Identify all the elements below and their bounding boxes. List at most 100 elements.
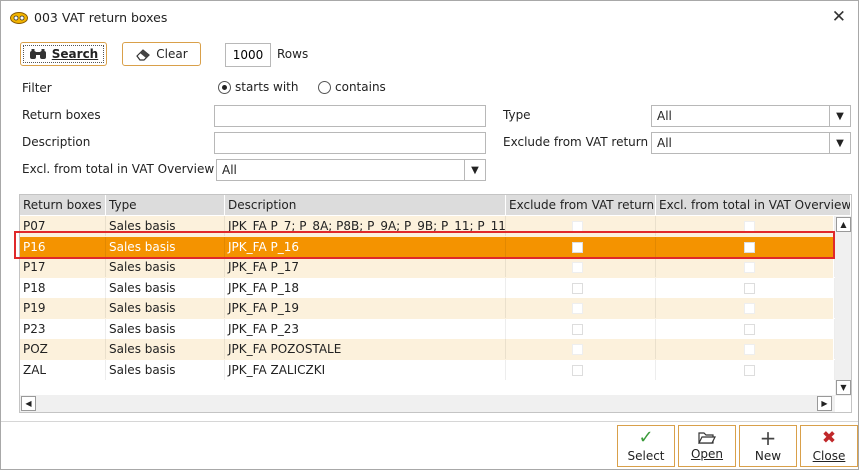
exclude-vat-checkbox[interactable]: [572, 282, 583, 294]
chevron-down-icon[interactable]: ▼: [829, 106, 850, 126]
new-button[interactable]: + New: [739, 425, 797, 467]
cell-description: JPK_FA P_18: [225, 277, 506, 298]
cell-exclude-vat: [506, 359, 656, 380]
cell-description: JPK_FA P_16: [225, 236, 506, 257]
search-button-label: Search: [51, 47, 99, 61]
horizontal-scrollbar[interactable]: ◀ ▶: [20, 395, 835, 412]
table-row[interactable]: P23 Sales basis JPK_FA P_23: [20, 318, 835, 340]
description-field[interactable]: [214, 132, 486, 154]
scroll-right-icon[interactable]: ▶: [817, 396, 832, 411]
excl-total-checkbox[interactable]: [744, 364, 755, 376]
app-logo-icon: [10, 12, 28, 24]
scroll-down-icon[interactable]: ▼: [836, 380, 851, 395]
chevron-down-icon[interactable]: ▼: [464, 160, 485, 180]
scroll-up-icon[interactable]: ▲: [836, 217, 851, 232]
exclude-vat-select[interactable]: All ▼: [651, 132, 851, 154]
scroll-left-icon[interactable]: ◀: [21, 396, 36, 411]
select-button[interactable]: ✓ Select: [617, 425, 675, 467]
excl-total-value: All: [222, 163, 237, 177]
clear-button[interactable]: Clear: [122, 42, 201, 66]
column-header-excl-total[interactable]: Excl. from total in VAT Overview: [656, 195, 851, 215]
table-row[interactable]: POZ Sales basis JPK_FA POZOSTALE: [20, 339, 835, 360]
column-header-return-boxes[interactable]: Return boxes: [20, 195, 106, 215]
cell-exclude-vat: [506, 216, 656, 236]
cell-excl-total: [656, 339, 835, 359]
cell-type: Sales basis: [106, 257, 225, 277]
exclude-vat-checkbox[interactable]: [572, 344, 583, 355]
grid-header: Return boxes Type Description Exclude fr…: [20, 195, 851, 215]
excl-total-checkbox[interactable]: [744, 241, 755, 253]
column-header-type[interactable]: Type: [106, 195, 225, 215]
table-row[interactable]: ZAL Sales basis JPK_FA ZALICZKI: [20, 359, 835, 381]
folder-open-icon: [698, 432, 716, 444]
excl-total-checkbox[interactable]: [744, 221, 755, 232]
cell-type: Sales basis: [106, 277, 225, 298]
cell-excl-total: [656, 257, 835, 277]
type-value: All: [657, 109, 672, 123]
column-header-description[interactable]: Description: [225, 195, 506, 215]
excl-total-checkbox[interactable]: [744, 323, 755, 335]
type-label: Type: [503, 108, 531, 122]
table-row-selected[interactable]: P16 Sales basis JPK_FA P_16: [20, 236, 835, 257]
vertical-scrollbar[interactable]: ▲ ▼: [835, 216, 851, 396]
table-row[interactable]: P18 Sales basis JPK_FA P_18: [20, 277, 835, 299]
close-button[interactable]: ✖ Close: [800, 425, 858, 467]
exclude-vat-checkbox[interactable]: [572, 323, 583, 335]
excl-total-checkbox[interactable]: [744, 344, 755, 355]
radio-contains[interactable]: contains: [318, 80, 386, 94]
cell-exclude-vat: [506, 298, 656, 318]
title-bar: 003 VAT return boxes ✕: [1, 1, 858, 35]
vat-boxes-grid: Return boxes Type Description Exclude fr…: [19, 194, 852, 413]
clear-button-label: Clear: [156, 47, 188, 61]
table-row[interactable]: P07 Sales basis JPK_FA P_7; P_8A; P8B; P_9…: [20, 216, 835, 237]
cell-return-box: P17: [20, 257, 106, 277]
close-button-label: Close: [812, 449, 846, 463]
radio-starts-with-dot[interactable]: [218, 80, 231, 94]
exclude-vat-checkbox[interactable]: [572, 364, 583, 376]
excl-total-checkbox[interactable]: [744, 303, 755, 314]
exclude-vat-checkbox[interactable]: [572, 303, 583, 314]
cell-exclude-vat: [506, 257, 656, 277]
cell-return-box: P19: [20, 298, 106, 318]
cell-description: JPK_FA P_23: [225, 318, 506, 339]
checkmark-icon: ✓: [638, 427, 654, 448]
open-button-label: Open: [690, 447, 724, 461]
exclude-vat-checkbox[interactable]: [572, 221, 583, 232]
description-label: Description: [22, 135, 91, 149]
dialog-window: 003 VAT return boxes ✕ Search Clear Rows…: [0, 0, 859, 470]
return-boxes-field[interactable]: [214, 105, 486, 127]
plus-icon: +: [759, 426, 777, 450]
open-button[interactable]: Open: [678, 425, 736, 467]
exclude-vat-label: Exclude from VAT return: [503, 135, 649, 149]
chevron-down-icon[interactable]: ▼: [829, 133, 850, 153]
cell-description: JPK_FA POZOSTALE: [225, 339, 506, 359]
cell-type: Sales basis: [106, 298, 225, 318]
table-row[interactable]: P19 Sales basis JPK_FA P_19: [20, 298, 835, 319]
radio-starts-with[interactable]: starts with: [218, 80, 298, 94]
cell-exclude-vat: [506, 236, 656, 257]
cell-return-box: P16: [20, 236, 106, 257]
search-button[interactable]: Search: [20, 42, 107, 66]
excl-total-checkbox[interactable]: [744, 282, 755, 294]
excl-total-select[interactable]: All ▼: [216, 159, 486, 181]
window-close-icon[interactable]: ✕: [832, 7, 846, 27]
cell-return-box: P23: [20, 318, 106, 339]
cell-exclude-vat: [506, 277, 656, 298]
rows-input[interactable]: [225, 43, 271, 67]
type-select[interactable]: All ▼: [651, 105, 851, 127]
cell-type: Sales basis: [106, 359, 225, 380]
select-button-label: Select: [627, 449, 665, 463]
cell-excl-total: [656, 298, 835, 318]
cell-excl-total: [656, 318, 835, 339]
new-button-label: New: [754, 449, 782, 463]
excl-total-checkbox[interactable]: [744, 262, 755, 273]
table-row[interactable]: P17 Sales basis JPK_FA P_17: [20, 257, 835, 278]
cell-description: JPK_FA P_7; P_8A; P8B; P_9A; P_9B; P_11;…: [225, 216, 506, 236]
radio-contains-dot[interactable]: [318, 80, 331, 94]
cell-excl-total: [656, 359, 835, 380]
exclude-vat-checkbox[interactable]: [572, 262, 583, 273]
exclude-vat-checkbox[interactable]: [572, 241, 583, 253]
radio-contains-label: contains: [335, 80, 386, 94]
eraser-icon: [136, 48, 151, 61]
column-header-exclude-vat[interactable]: Exclude from VAT return: [506, 195, 656, 215]
